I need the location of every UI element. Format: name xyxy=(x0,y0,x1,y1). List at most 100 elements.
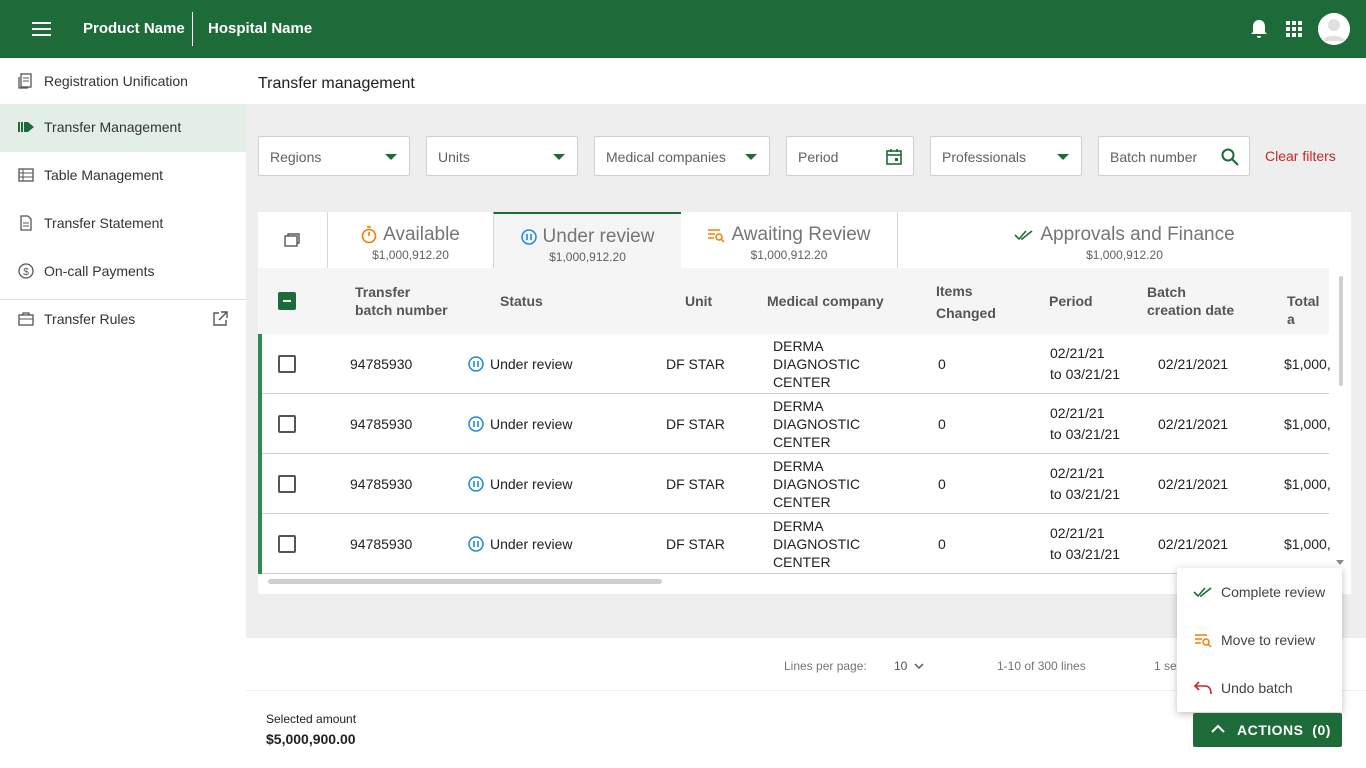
col-header-status[interactable]: Status xyxy=(500,292,543,310)
company-line: DIAGNOSTIC xyxy=(773,536,861,552)
actions-button[interactable]: ACTIONS (0) xyxy=(1193,713,1342,747)
sidebar-item-label: Table Management xyxy=(44,167,164,183)
external-link-icon[interactable] xyxy=(212,311,228,327)
period-line: 02/21/21 xyxy=(1050,405,1105,421)
cell-created: 02/21/2021 xyxy=(1158,356,1229,372)
col-header-company[interactable]: Medical company xyxy=(767,292,884,310)
cell-status: Under review xyxy=(490,476,573,492)
header-text: batch number xyxy=(355,302,448,318)
tab-amount: $1,000,912.20 xyxy=(1086,248,1163,262)
pause-circle-icon xyxy=(468,356,484,372)
menu-item-complete-review[interactable]: Complete review xyxy=(1177,568,1342,616)
pause-circle-icon xyxy=(468,536,484,552)
batch-number-search[interactable]: Batch number xyxy=(1098,136,1250,176)
tab-approvals-and-finance[interactable]: Approvals and Finance $1,000,912.20 xyxy=(897,212,1351,268)
table-row[interactable]: 94785930 Under review DF STAR DERMA DIAG… xyxy=(258,514,1331,574)
cell-company: DERMA DIAGNOSTIC CENTER xyxy=(773,517,860,571)
cell-status: Under review xyxy=(490,416,573,432)
pause-circle-icon xyxy=(468,476,484,492)
dropdown-arrow-icon xyxy=(1057,154,1069,160)
user-avatar[interactable] xyxy=(1318,13,1350,45)
hamburger-menu-icon[interactable] xyxy=(32,21,52,37)
row-checkbox[interactable] xyxy=(278,355,296,373)
col-header-created[interactable]: Batch creation date xyxy=(1147,283,1234,319)
table-row[interactable]: 94785930 Under review DF STAR DERMA DIAG… xyxy=(258,454,1331,514)
cell-unit: DF STAR xyxy=(666,356,725,372)
table-row[interactable]: 94785930 Under review DF STAR DERMA DIAG… xyxy=(258,394,1331,454)
cell-created: 02/21/2021 xyxy=(1158,476,1229,492)
hospital-name: Hospital Name xyxy=(208,20,313,37)
clear-filters-link[interactable]: Clear filters xyxy=(1265,148,1336,164)
search-icon[interactable] xyxy=(1221,148,1239,166)
tab-awaiting-review[interactable]: Awaiting Review $1,000,912.20 xyxy=(681,212,897,268)
scroll-down-arrow-icon[interactable] xyxy=(1336,560,1344,565)
sidebar-item-transfer-management[interactable]: Transfer Management xyxy=(0,104,246,152)
table-icon xyxy=(18,168,34,182)
cell-unit: DF STAR xyxy=(666,476,725,492)
undo-icon xyxy=(1193,681,1212,695)
sidebar-item-transfer-statement[interactable]: Transfer Statement xyxy=(0,200,246,248)
row-status-bar xyxy=(258,394,262,454)
status-tabs: Available $1,000,912.20 Under review $1,… xyxy=(258,212,1351,268)
header-text: Changed xyxy=(936,305,996,321)
sidebar-item-label: On-call Payments xyxy=(44,263,155,279)
cell-items: 0 xyxy=(938,476,946,492)
sidebar-item-transfer-rules[interactable]: Transfer Rules xyxy=(0,296,246,344)
row-checkbox[interactable] xyxy=(278,535,296,553)
company-line: CENTER xyxy=(773,494,831,510)
tab-available[interactable]: Available $1,000,912.20 xyxy=(327,212,493,268)
regions-filter[interactable]: Regions xyxy=(258,136,410,176)
header-text: Items xyxy=(936,283,973,299)
filter-label: Units xyxy=(438,149,470,165)
cell-period: 02/21/21 to 03/21/21 xyxy=(1050,523,1120,565)
filter-label: Professionals xyxy=(942,149,1027,165)
cell-batch: 94785930 xyxy=(350,536,413,552)
cell-company: DERMA DIAGNOSTIC CENTER xyxy=(773,337,860,391)
notification-bell-icon[interactable] xyxy=(1250,19,1268,39)
dropdown-arrow-icon xyxy=(385,154,397,160)
cell-period: 02/21/21 to 03/21/21 xyxy=(1050,403,1120,445)
select-all-checkbox[interactable] xyxy=(278,292,296,310)
period-filter[interactable]: Period xyxy=(786,136,914,176)
briefcase-icon xyxy=(18,312,34,326)
double-check-icon xyxy=(1014,230,1033,241)
dropdown-arrow-icon xyxy=(553,154,565,160)
svg-text:$: $ xyxy=(23,267,29,278)
professionals-filter[interactable]: Professionals xyxy=(930,136,1082,176)
actions-menu: Complete review Move to review Undo batc… xyxy=(1177,568,1342,712)
tab-collapse[interactable] xyxy=(258,212,327,268)
tab-under-review[interactable]: Under review $1,000,912.20 xyxy=(493,212,681,268)
lines-per-page-select[interactable]: 10 xyxy=(894,659,924,673)
filter-label: Medical companies xyxy=(606,149,726,165)
table-row[interactable]: 94785930 Under review DF STAR DERMA DIAG… xyxy=(258,334,1331,394)
sidebar-item-registration-unification[interactable]: Registration Unification xyxy=(0,58,246,106)
col-header-total[interactable]: Total a xyxy=(1287,292,1329,328)
calendar-icon[interactable] xyxy=(885,148,903,166)
tab-label: Available xyxy=(383,224,460,245)
window-stack-icon xyxy=(284,233,300,247)
units-filter[interactable]: Units xyxy=(426,136,578,176)
col-header-items[interactable]: Items Changed xyxy=(936,280,996,324)
menu-item-move-to-review[interactable]: Move to review xyxy=(1177,616,1342,664)
period-line: to 03/21/21 xyxy=(1050,486,1121,502)
stopwatch-icon xyxy=(361,226,377,244)
vertical-scrollbar[interactable] xyxy=(1339,276,1343,386)
menu-item-label: Complete review xyxy=(1221,584,1326,600)
selected-amount-value: $5,000,900.00 xyxy=(266,731,356,747)
sidebar-item-table-management[interactable]: Table Management xyxy=(0,152,246,200)
period-line: 02/21/21 xyxy=(1050,525,1105,541)
apps-grid-icon[interactable] xyxy=(1286,21,1302,37)
medical-companies-filter[interactable]: Medical companies xyxy=(594,136,770,176)
row-checkbox[interactable] xyxy=(278,415,296,433)
sidebar-item-label: Transfer Statement xyxy=(44,215,164,231)
cell-status: Under review xyxy=(490,356,573,372)
tab-label: Approvals and Finance xyxy=(1040,224,1235,245)
col-header-batch[interactable]: Transfer batch number xyxy=(355,283,448,319)
menu-item-undo-batch[interactable]: Undo batch xyxy=(1177,664,1342,712)
col-header-period[interactable]: Period xyxy=(1049,292,1093,310)
col-header-unit[interactable]: Unit xyxy=(685,292,712,310)
sidebar-item-on-call-payments[interactable]: $ On-call Payments xyxy=(0,248,246,296)
row-checkbox[interactable] xyxy=(278,475,296,493)
header-text: Batch xyxy=(1147,284,1186,300)
horizontal-scrollbar[interactable] xyxy=(268,579,662,584)
